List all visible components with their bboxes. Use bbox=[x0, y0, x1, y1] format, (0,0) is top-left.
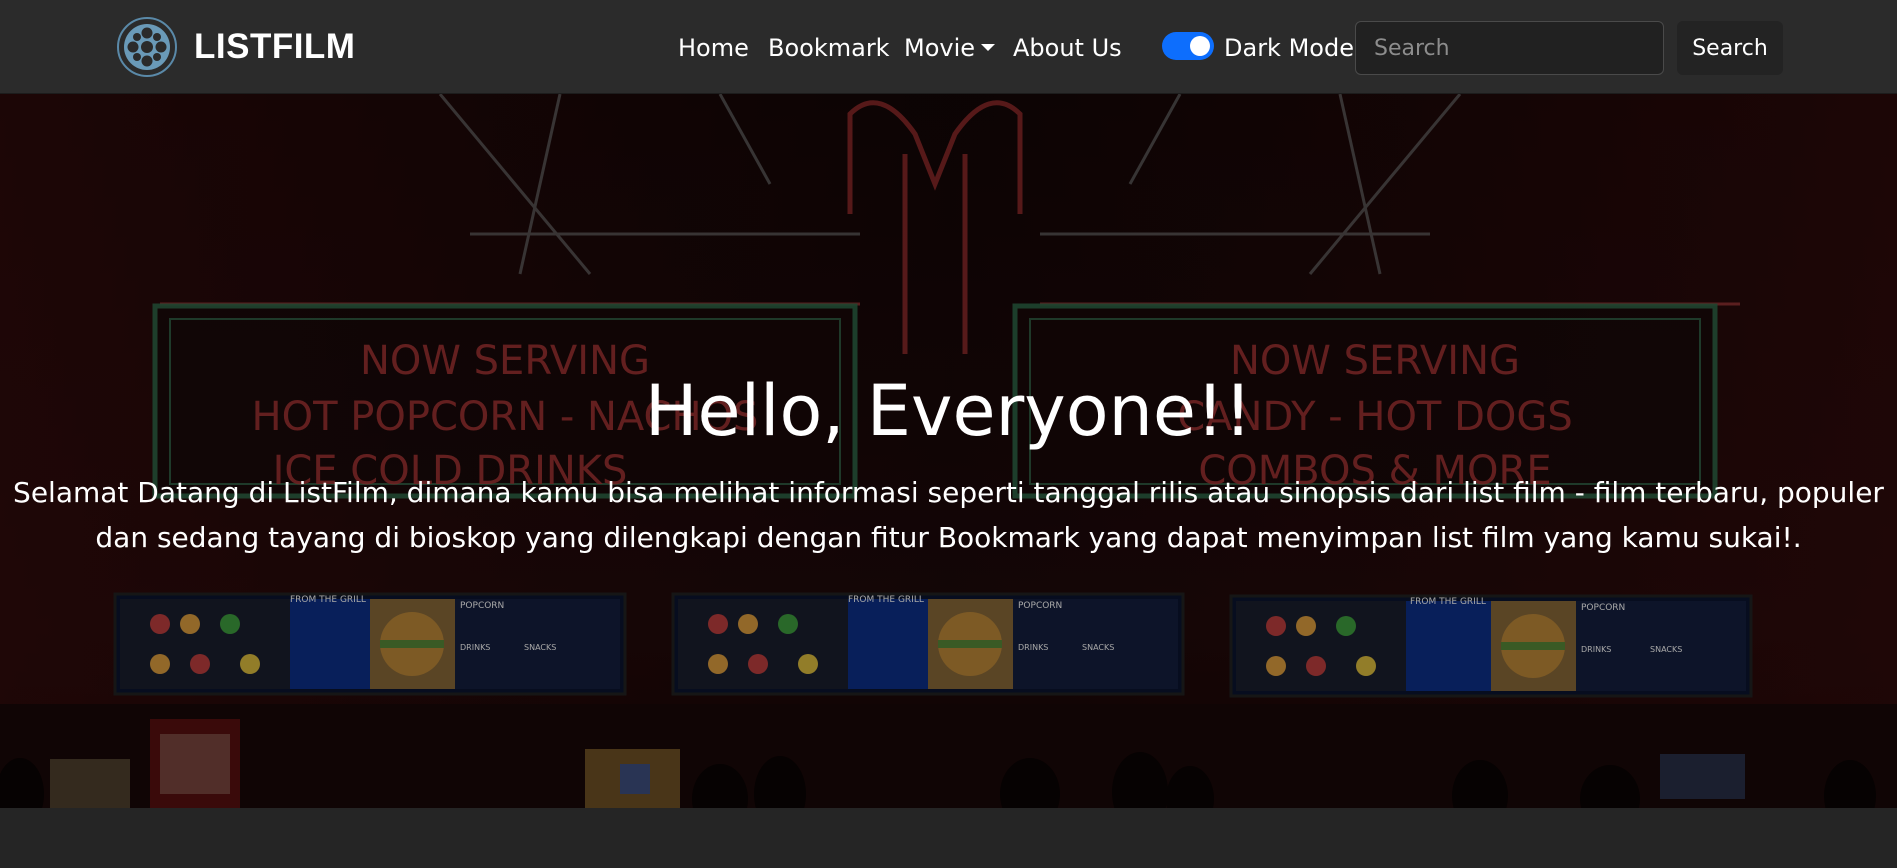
nav-home-link[interactable]: Home bbox=[678, 30, 749, 66]
nav-movie-label: Movie bbox=[904, 34, 976, 62]
film-reel-icon bbox=[117, 17, 177, 77]
hero-title: Hello, Everyone!! bbox=[644, 370, 1253, 452]
caret-down-icon bbox=[981, 43, 996, 51]
dark-mode-label: Dark Mode bbox=[1224, 34, 1354, 62]
dark-mode-toggle[interactable] bbox=[1162, 32, 1214, 60]
brand[interactable]: LISTFILM bbox=[116, 16, 355, 78]
navbar: LISTFILM Home Bookmark Movie About Us Da… bbox=[0, 0, 1897, 94]
search-button[interactable]: Search bbox=[1677, 21, 1783, 75]
nav-bookmark-link[interactable]: Bookmark bbox=[768, 30, 890, 66]
hero-section: NOW SERVING HOT POPCORN - NACHOS ICE COL… bbox=[0, 94, 1897, 808]
nav-movie-dropdown[interactable]: Movie bbox=[904, 30, 996, 66]
brand-name: LISTFILM bbox=[194, 27, 356, 66]
hero-description: Selamat Datang di ListFilm, dimana kamu … bbox=[0, 470, 1897, 560]
hero-description-line1: Selamat Datang di ListFilm, dimana kamu … bbox=[13, 476, 1884, 509]
search-input[interactable] bbox=[1355, 21, 1664, 75]
toggle-knob bbox=[1190, 36, 1210, 56]
hero-description-line2: dan sedang tayang di bioskop yang dileng… bbox=[95, 521, 1802, 554]
nav-about-link[interactable]: About Us bbox=[1013, 30, 1122, 66]
